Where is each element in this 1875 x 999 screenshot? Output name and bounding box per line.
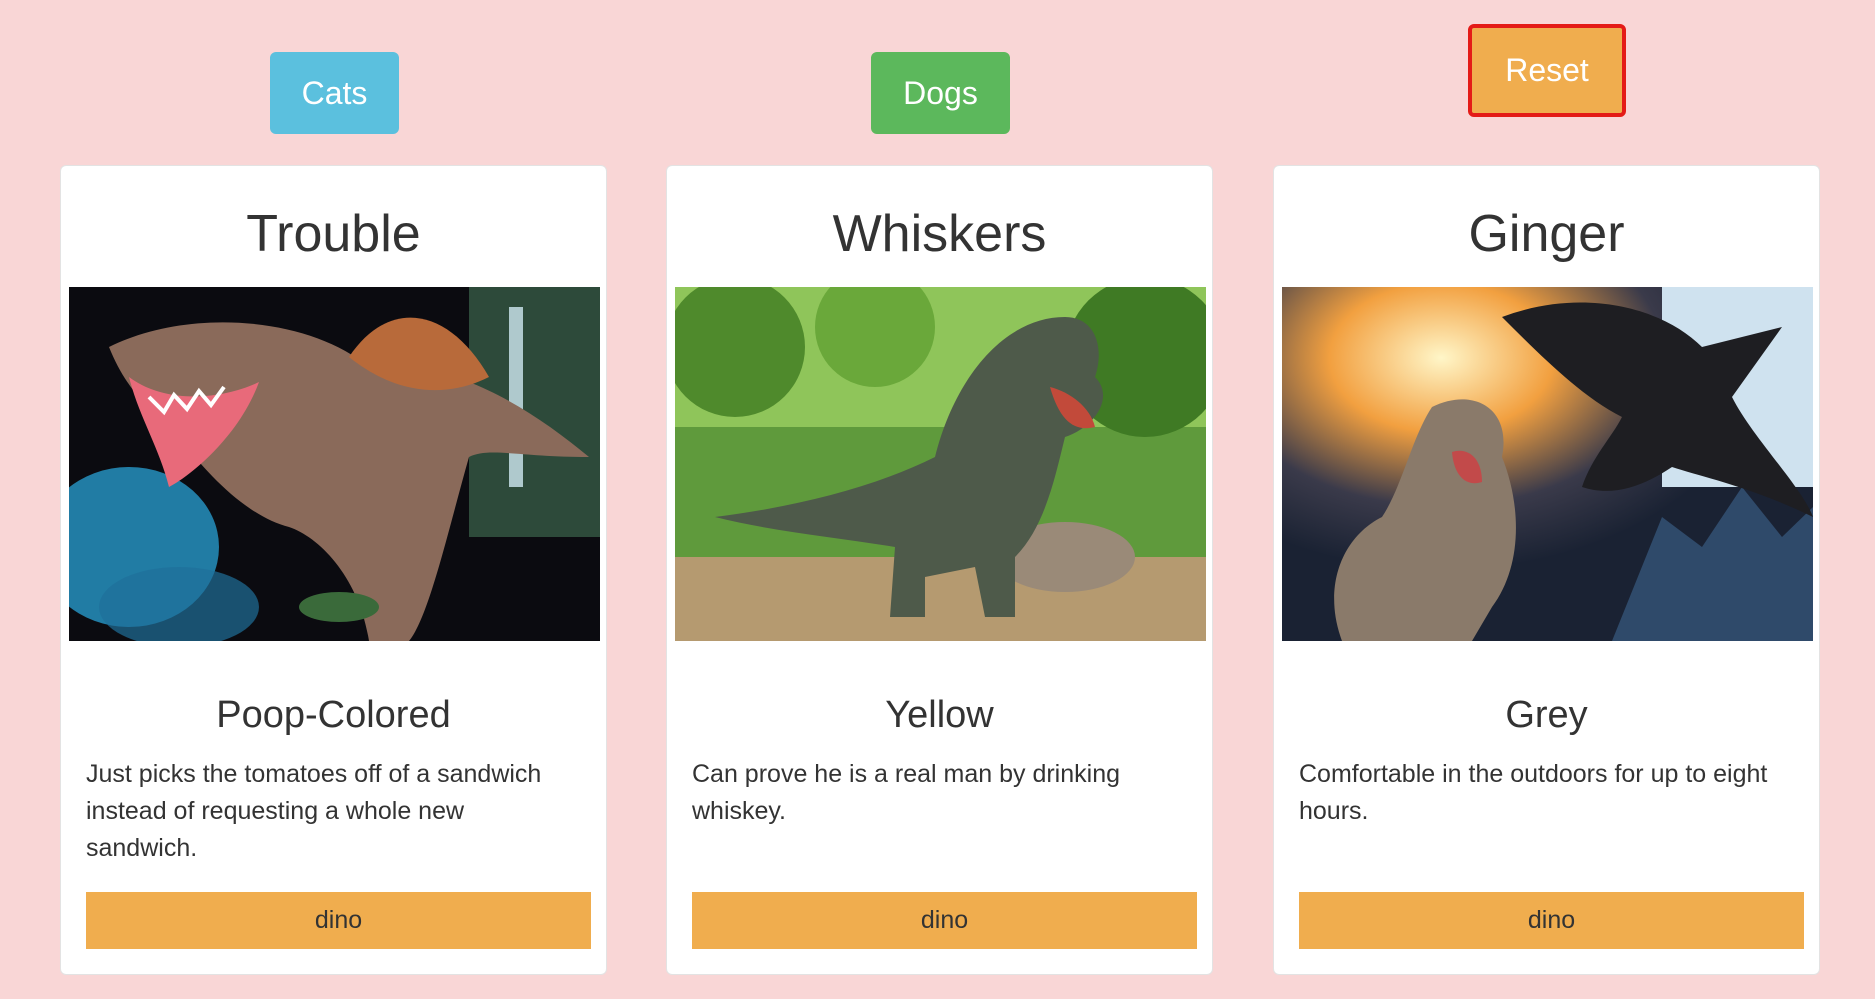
dinosaur-photo bbox=[69, 287, 600, 641]
card-title: Trouble bbox=[246, 205, 421, 263]
pet-card: Trouble Poop-Colored Just picks the toma… bbox=[60, 165, 607, 975]
dinosaur-photo bbox=[675, 287, 1206, 641]
card-title: Ginger bbox=[1468, 205, 1625, 263]
dinosaur-photo bbox=[1282, 287, 1813, 641]
pet-card: Ginger Grey Comfortable in the outdoors … bbox=[1273, 165, 1820, 975]
card-description: Just picks the tomatoes off of a sandwic… bbox=[86, 760, 542, 862]
card-description: Comfortable in the outdoors for up to ei… bbox=[1299, 760, 1768, 825]
dino-button[interactable]: dino bbox=[692, 892, 1197, 949]
cats-button[interactable]: Cats bbox=[270, 52, 399, 134]
card-color: Poop-Colored bbox=[216, 694, 451, 736]
pet-card: Whiskers Yellow Can prove he is a real m… bbox=[666, 165, 1213, 975]
card-color: Grey bbox=[1505, 694, 1588, 736]
card-description: Can prove he is a real man by drinking w… bbox=[692, 760, 1121, 825]
dino-button[interactable]: dino bbox=[86, 892, 591, 949]
reset-button[interactable]: Reset bbox=[1468, 24, 1626, 117]
card-color: Yellow bbox=[885, 694, 994, 736]
card-title: Whiskers bbox=[832, 205, 1047, 263]
dogs-button[interactable]: Dogs bbox=[871, 52, 1010, 134]
dino-button[interactable]: dino bbox=[1299, 892, 1804, 949]
